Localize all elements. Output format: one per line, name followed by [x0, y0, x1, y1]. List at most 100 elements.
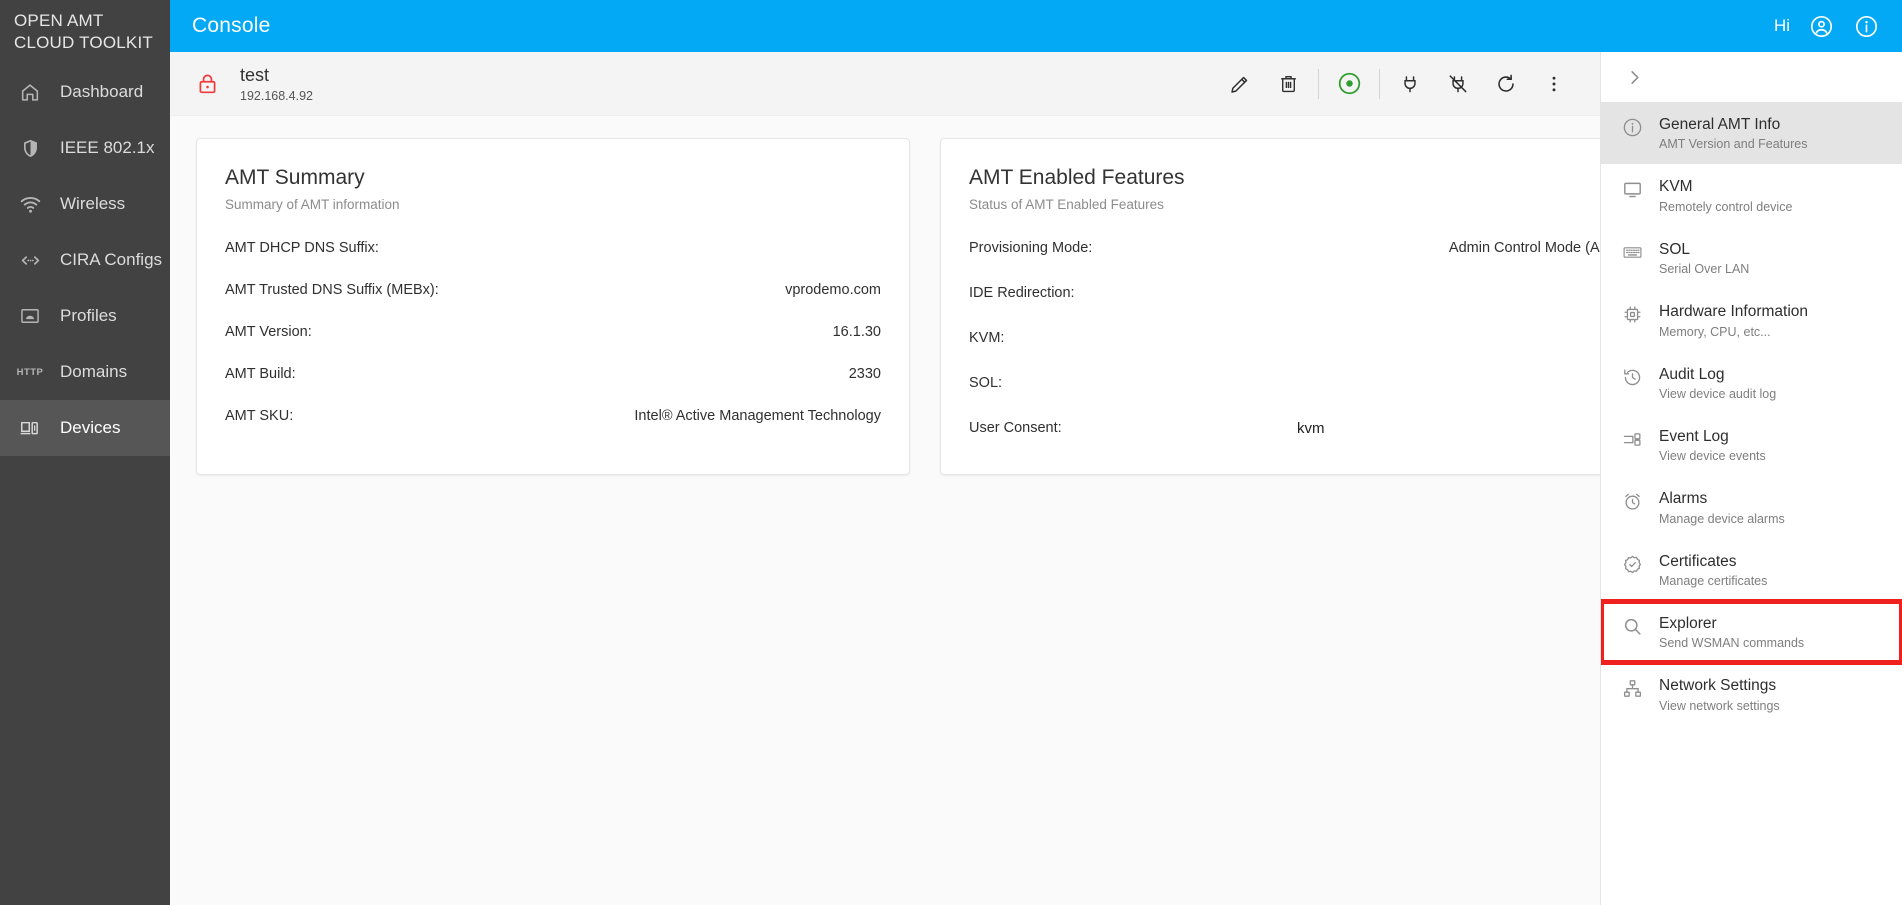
row-value: 2330 — [848, 366, 881, 383]
panel-item-text: Audit Log View device audit log — [1659, 365, 1776, 401]
panel-item-certificates[interactable]: Certificates Manage certificates — [1601, 539, 1902, 601]
sidebar-item-label: IEEE 802.1x — [60, 138, 155, 157]
account-circle-icon[interactable] — [1808, 13, 1835, 40]
panel-item-subtitle: Manage device alarms — [1659, 511, 1785, 526]
history-icon — [1621, 367, 1643, 388]
delete-device-button[interactable] — [1264, 60, 1312, 108]
sidebar-item-devices[interactable]: Devices — [0, 400, 170, 456]
table-row: AMT SKU: Intel® Active Management Techno… — [225, 400, 881, 432]
device-name: test — [240, 64, 270, 85]
list-icon — [1621, 429, 1643, 450]
panel-item-text: Explorer Send WSMAN commands — [1659, 614, 1804, 650]
panel-item-title: Network Settings — [1659, 677, 1777, 695]
edit-device-button[interactable] — [1216, 60, 1264, 108]
row-label: KVM: — [969, 330, 1005, 347]
summary-rows: AMT DHCP DNS Suffix: AMT Trusted DNS Suf… — [225, 232, 881, 432]
panel-item-subtitle: Send WSMAN commands — [1659, 636, 1805, 651]
row-value: Intel® Active Management Technology — [634, 408, 881, 425]
panel-item-subtitle: Manage certificates — [1659, 574, 1768, 588]
panel-item-title: Alarms — [1659, 490, 1708, 508]
table-row: AMT Build: 2330 — [225, 358, 881, 390]
table-row: IDE Redirection: — [969, 277, 1627, 309]
power-state-indicator[interactable] — [1325, 60, 1373, 108]
device-ip: 192.168.4.92 — [240, 89, 313, 104]
more-options-button[interactable] — [1530, 60, 1578, 108]
row-label: IDE Redirection: — [969, 285, 1075, 302]
sidebar-item-cira-configs[interactable]: CIRA Configs — [0, 232, 170, 288]
row-label: AMT Version: — [225, 324, 312, 341]
wifi-icon — [18, 192, 42, 216]
panel-item-subtitle: Serial Over LAN — [1659, 262, 1750, 277]
info-circle-icon — [1621, 117, 1643, 138]
panel-item-text: SOL Serial Over LAN — [1659, 240, 1749, 276]
panel-item-event-log[interactable]: Event Log View device events — [1601, 414, 1902, 476]
sidebar-item-domains[interactable]: HTTP Domains — [0, 344, 170, 400]
table-row: SOL: — [969, 367, 1627, 399]
panel-item-text: Alarms Manage device alarms — [1659, 489, 1785, 525]
panel-item-title: General AMT Info — [1659, 116, 1781, 133]
sidebar-item-wireless[interactable]: Wireless — [0, 176, 170, 232]
card-title: AMT Summary — [225, 166, 365, 189]
user-consent-value: kvm — [1297, 419, 1325, 437]
power-on-button[interactable] — [1386, 60, 1434, 108]
panel-item-title: Event Log — [1659, 427, 1729, 445]
toolbar-divider — [1318, 68, 1319, 99]
profile-icon — [18, 304, 42, 328]
code-icon — [18, 248, 42, 272]
brand-line-1: OPEN AMT — [14, 11, 104, 30]
sidebar-item-dashboard[interactable]: Dashboard — [0, 64, 170, 120]
card-title: AMT Enabled Features — [969, 166, 1185, 189]
alarm-icon — [1621, 491, 1643, 512]
reset-button[interactable] — [1482, 60, 1530, 108]
sidebar-item-label: Dashboard — [60, 82, 144, 101]
chevron-right-icon[interactable] — [1621, 64, 1647, 90]
sidebar-nav: Dashboard IEEE 802.1x Wireless CIRA Conf… — [0, 64, 170, 456]
panel-item-title: Audit Log — [1659, 365, 1725, 383]
sidebar-item-label: Devices — [60, 418, 121, 437]
app-root: OPEN AMT CLOUD TOOLKIT Dashboard IEEE 80… — [0, 0, 1902, 905]
panel-item-text: KVM Remotely control device — [1659, 177, 1792, 213]
network-icon — [1621, 678, 1643, 699]
row-label: AMT Build: — [225, 366, 296, 383]
content-column: test 192.168.4.92 AMT Summary Summary of… — [170, 52, 1656, 905]
panel-item-title: Certificates — [1659, 552, 1737, 570]
panel-item-alarms[interactable]: Alarms Manage device alarms — [1601, 476, 1902, 538]
panel-item-title: Hardware Information — [1659, 303, 1809, 321]
amt-enabled-features-card: AMT Enabled Features Status of AMT Enabl… — [940, 138, 1656, 476]
panel-item-text: General AMT Info AMT Version and Feature… — [1659, 115, 1807, 151]
panel-item-network-settings[interactable]: Network Settings View network settings — [1601, 663, 1902, 725]
features-rows: Provisioning Mode: Admin Control Mode (A… — [969, 232, 1627, 444]
topbar-actions: Hi — [1774, 13, 1880, 40]
row-label: AMT Trusted DNS Suffix (MEBx): — [225, 282, 439, 299]
brand-logo: OPEN AMT CLOUD TOOLKIT — [0, 0, 170, 62]
panel-item-audit-log[interactable]: Audit Log View device audit log — [1601, 352, 1902, 414]
brand-line-2: CLOUD TOOLKIT — [14, 32, 153, 52]
panel-item-subtitle: View device events — [1659, 449, 1766, 464]
cards-container: AMT Summary Summary of AMT information A… — [170, 116, 1656, 476]
table-row: KVM: — [969, 322, 1627, 354]
home-icon — [18, 80, 42, 104]
certificate-icon — [1621, 554, 1643, 575]
panel-item-text: Event Log View device events — [1659, 427, 1766, 463]
device-identity: test 192.168.4.92 — [240, 64, 313, 104]
greeting-label: Hi — [1773, 16, 1790, 35]
sidebar: OPEN AMT CLOUD TOOLKIT Dashboard IEEE 80… — [0, 0, 170, 905]
panel-item-subtitle: Remotely control device — [1659, 199, 1793, 214]
panel-item-subtitle: View device audit log — [1659, 386, 1777, 401]
panel-item-explorer[interactable]: Explorer Send WSMAN commands — [1601, 598, 1902, 666]
table-row: AMT DHCP DNS Suffix: — [225, 232, 881, 264]
table-row: AMT Trusted DNS Suffix (MEBx): vprodemo.… — [225, 274, 881, 306]
row-label: AMT DHCP DNS Suffix: — [225, 240, 379, 257]
panel-item-sol[interactable]: SOL Serial Over LAN — [1601, 227, 1902, 289]
info-circle-icon[interactable] — [1853, 13, 1880, 40]
sidebar-item-ieee8021x[interactable]: IEEE 802.1x — [0, 120, 170, 176]
sidebar-item-profiles[interactable]: Profiles — [0, 288, 170, 344]
power-off-button[interactable] — [1434, 60, 1482, 108]
user-consent-select[interactable]: kvm — [1297, 420, 1627, 437]
panel-item-kvm[interactable]: KVM Remotely control device — [1601, 164, 1902, 226]
panel-item-general-amt-info[interactable]: General AMT Info AMT Version and Feature… — [1601, 102, 1902, 165]
panel-item-hardware-information[interactable]: Hardware Information Memory, CPU, etc... — [1601, 289, 1902, 351]
card-subtitle: Summary of AMT information — [225, 197, 400, 213]
card-subtitle: Status of AMT Enabled Features — [969, 197, 1164, 213]
panel-item-title: SOL — [1659, 240, 1691, 258]
